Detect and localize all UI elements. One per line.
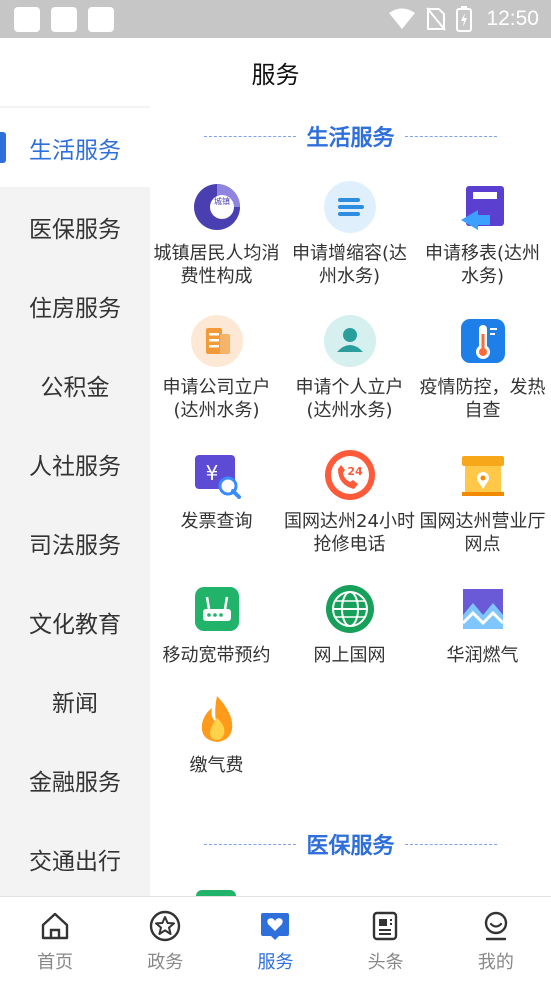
service-label: 网上国网 [313,645,386,666]
sidebar-item-label: 金融服务 [29,769,121,796]
service-item[interactable]: 申请公司立户(达州水务) [150,314,283,422]
sidebar-item-label: 新闻 [52,690,98,717]
store-location-icon [456,448,510,502]
app-header: 服务 [0,38,551,106]
building-doc-icon [190,314,244,368]
section-title: 生活服务 [306,126,395,151]
service-label: 缴气费 [189,755,244,776]
service-item[interactable]: 城镇 城镇居民人均消费性构成 [150,180,283,288]
service-label: 申请移表(达州水务) [424,243,541,287]
sidebar-item-news[interactable]: 新闻 [0,661,150,740]
sidebar-item-life-services[interactable]: 生活服务 [0,108,150,187]
service-label: 疫情防控，发热自查 [419,377,546,421]
sidebar-item-label: 人社服务 [29,453,121,480]
icon-badge-text: 城镇 [214,196,230,206]
sidebar-item-judicial[interactable]: 司法服务 [0,503,150,582]
home-icon [37,908,73,944]
service-grid-panel: 生活服务 城镇 城镇居民人均消费性构成 申请增缩容(达州水务) 申请移表(达州水… [150,106,551,896]
sidebar-item-label: 医保服务 [29,216,121,243]
sidebar-item-label: 交通出行 [29,848,121,875]
router-icon [190,582,244,636]
sidebar-item-provident-fund[interactable]: 公积金 [0,345,150,424]
nav-services[interactable]: 服务 [220,897,330,981]
profile-icon [478,908,514,944]
battery-icon [456,6,473,32]
nav-label: 政务 [147,952,184,973]
nav-profile[interactable]: 我的 [441,897,551,981]
nav-government[interactable]: 政务 [110,897,220,981]
service-item[interactable]: 网上国网 [283,582,416,667]
thermometer-icon [456,314,510,368]
state-grid-logo-icon [323,582,377,636]
meter-transfer-icon [456,180,510,234]
service-label: 发票查询 [180,511,253,532]
service-item[interactable]: 申请个人立户(达州水务) [283,314,416,422]
section-header: 生活服务 [150,116,551,156]
service-item[interactable]: 申请增缩容(达州水务) [283,180,416,288]
section-title: 医保服务 [306,834,395,859]
status-time: 12:50 [486,7,539,30]
service-item[interactable]: ¥ 发票查询 [150,448,283,533]
sidebar-item-label: 文化教育 [29,611,121,638]
section-divider [404,135,497,137]
notification-icon [88,7,114,32]
pie-chart-icon: 城镇 [190,180,244,234]
sidebar-item-transport[interactable]: 交通出行 [0,819,150,896]
invoice-search-icon: ¥ [190,448,244,502]
section-divider [204,843,297,845]
nav-home[interactable]: 首页 [0,897,110,981]
sidebar-item-label: 司法服务 [29,532,121,559]
svg-text:¥: ¥ [205,461,218,485]
service-label: 国网达州营业厅网点 [419,511,546,555]
sidebar-item-label: 公积金 [40,374,110,401]
status-bar: 12:50 [0,0,551,38]
service-label: 国网达州24小时抢修电话 [284,511,415,555]
wifi-icon [389,8,416,29]
service-item[interactable]: 移动宽带预约 [150,582,283,667]
service-label: 申请个人立户(达州水务) [295,377,404,421]
sidebar-item-label: 住房服务 [29,295,121,322]
service-item[interactable]: 疫情防控，发热自查 [416,314,549,422]
flame-icon [190,692,244,746]
service-item[interactable]: 国网达州营业厅网点 [416,448,549,556]
service-item[interactable]: 申请移表(达州水务) [416,180,549,288]
person-icon [323,314,377,368]
active-indicator [0,132,6,163]
equal-bars-icon [323,180,377,234]
icon-badge-text: 24 [347,465,363,478]
heart-bubble-icon [257,908,293,944]
nav-label: 头条 [367,952,404,973]
service-label: 华润燃气 [446,645,519,666]
section-header: 医保服务 [150,824,551,864]
sidebar-item-finance[interactable]: 金融服务 [0,740,150,819]
sidebar-item-culture-education[interactable]: 文化教育 [0,582,150,661]
notification-icon [14,7,40,32]
service-label: 申请公司立户(达州水务) [162,377,271,421]
nav-label: 服务 [257,952,294,973]
sidebar-item-housing[interactable]: 住房服务 [0,266,150,345]
category-sidebar: 生活服务 医保服务 住房服务 公积金 人社服务 司法服务 文化教育 新闻 金融服… [0,106,150,896]
bottom-nav: 首页 政务 服务 头条 我的 [0,896,551,981]
section-divider [404,843,497,845]
service-item[interactable]: 华润燃气 [416,582,549,667]
sidebar-item-social-security[interactable]: 人社服务 [0,424,150,503]
service-item[interactable]: 24 国网达州24小时抢修电话 [283,448,416,556]
mountain-wave-icon [456,582,510,636]
nav-label: 首页 [37,952,74,973]
sidebar-item-label: 生活服务 [29,137,121,164]
news-icon [368,908,404,944]
page-title: 服务 [251,60,300,89]
service-item[interactable]: 缴气费 [150,692,283,777]
notification-icon [51,7,77,32]
nav-headlines[interactable]: 头条 [331,897,441,981]
sidebar-item-medical-insurance[interactable]: 医保服务 [0,187,150,266]
no-sim-icon [426,7,447,31]
service-label: 城镇居民人均消费性构成 [153,243,280,287]
phone-24-icon: 24 [323,448,377,502]
service-label: 移动宽带预约 [162,645,271,666]
nav-label: 我的 [477,952,514,973]
section-divider [204,135,297,137]
service-label: 申请增缩容(达州水务) [291,243,408,287]
star-circle-icon [147,908,183,944]
